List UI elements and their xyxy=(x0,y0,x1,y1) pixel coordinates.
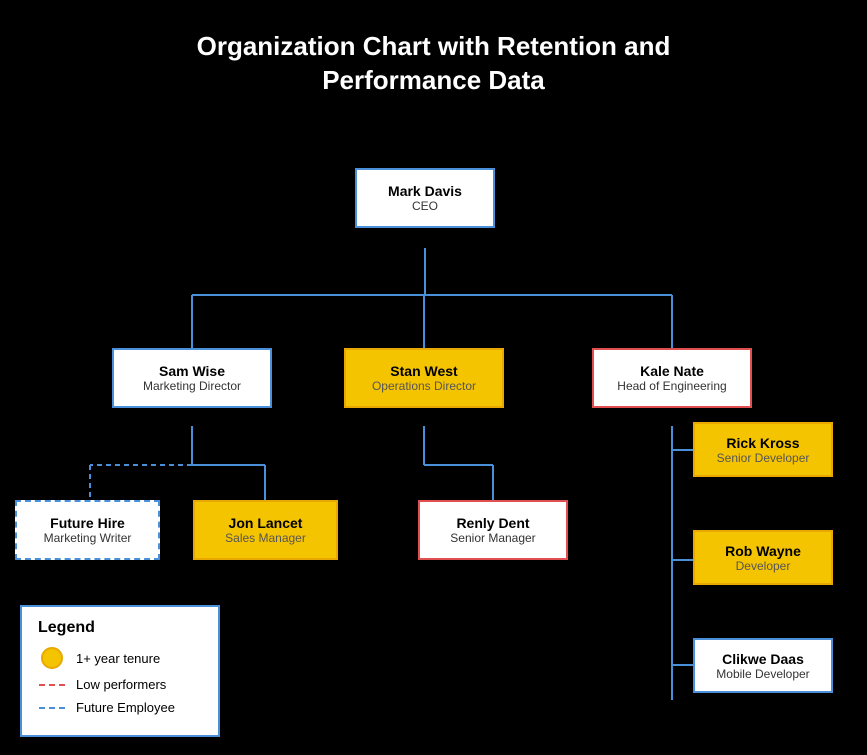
legend-title: Legend xyxy=(38,619,202,637)
node-name: Kale Nate xyxy=(640,363,704,379)
node-role: Operations Director xyxy=(372,379,476,393)
legend-item-future: Future Employee xyxy=(38,700,202,715)
node-role: Developer xyxy=(736,559,791,573)
title-line1: Organization Chart with Retention and xyxy=(197,31,671,61)
node-role: Mobile Developer xyxy=(716,667,809,681)
node-name: Stan West xyxy=(390,363,457,379)
node-role: Senior Developer xyxy=(717,451,810,465)
tenure-icon xyxy=(38,647,66,669)
chart-container: Organization Chart with Retention and Pe… xyxy=(0,0,867,755)
legend-item-tenure: 1+ year tenure xyxy=(38,647,202,669)
node-name: Sam Wise xyxy=(159,363,225,379)
legend-box: Legend 1+ year tenure Low performers Fut… xyxy=(20,605,220,737)
node-rob-wayne: Rob Wayne Developer xyxy=(693,530,833,585)
node-kale-nate: Kale Nate Head of Engineering xyxy=(592,348,752,408)
node-mark-davis: Mark Davis CEO xyxy=(355,168,495,228)
future-employee-icon xyxy=(38,707,66,709)
legend-label: 1+ year tenure xyxy=(76,651,160,666)
pink-dash-icon xyxy=(39,684,65,686)
node-role: Senior Manager xyxy=(450,531,535,545)
node-name: Rob Wayne xyxy=(725,543,801,559)
node-role: Marketing Writer xyxy=(44,531,132,545)
node-renly-dent: Renly Dent Senior Manager xyxy=(418,500,568,560)
node-role: CEO xyxy=(412,199,438,213)
title-line2: Performance Data xyxy=(322,65,545,95)
node-sam-wise: Sam Wise Marketing Director xyxy=(112,348,272,408)
node-name: Rick Kross xyxy=(726,435,799,451)
node-role: Marketing Director xyxy=(143,379,241,393)
node-jon-lancet: Jon Lancet Sales Manager xyxy=(193,500,338,560)
low-performers-icon xyxy=(38,684,66,686)
node-stan-west: Stan West Operations Director xyxy=(344,348,504,408)
blue-dash-icon xyxy=(39,707,65,709)
node-name: Clikwe Daas xyxy=(722,651,804,667)
node-role: Sales Manager xyxy=(225,531,306,545)
node-role: Head of Engineering xyxy=(617,379,726,393)
chart-title: Organization Chart with Retention and Pe… xyxy=(0,0,867,98)
legend-label: Low performers xyxy=(76,677,166,692)
node-name: Jon Lancet xyxy=(229,515,303,531)
node-rick-kross: Rick Kross Senior Developer xyxy=(693,422,833,477)
node-name: Mark Davis xyxy=(388,183,462,199)
yellow-circle-icon xyxy=(41,647,63,669)
legend-item-low-performers: Low performers xyxy=(38,677,202,692)
legend-label: Future Employee xyxy=(76,700,175,715)
node-clikwe-daas: Clikwe Daas Mobile Developer xyxy=(693,638,833,693)
node-name: Renly Dent xyxy=(456,515,529,531)
node-name: Future Hire xyxy=(50,515,125,531)
node-future-hire: Future Hire Marketing Writer xyxy=(15,500,160,560)
